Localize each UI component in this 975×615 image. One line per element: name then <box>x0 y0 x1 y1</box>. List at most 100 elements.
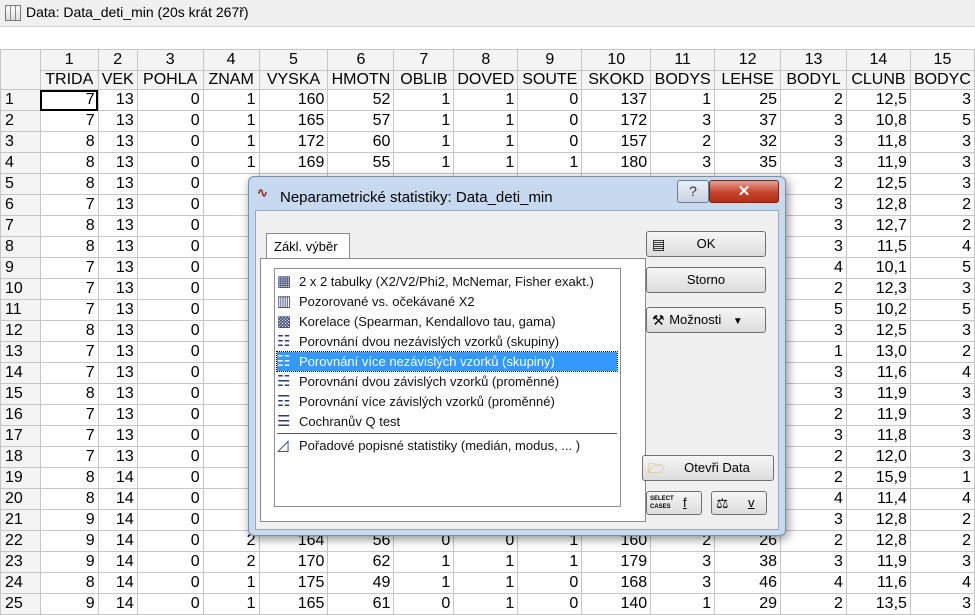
table-cell[interactable]: 7 <box>39 341 99 363</box>
table-cell[interactable]: 13 <box>97 341 138 363</box>
table-cell[interactable]: 1 <box>202 131 260 153</box>
table-cell[interactable]: 3 <box>650 110 716 132</box>
table-cell[interactable]: 14 <box>97 551 138 573</box>
table-cell[interactable]: 12,8 <box>845 194 911 216</box>
table-cell[interactable]: 1 <box>393 572 455 594</box>
table-cell[interactable]: 170 <box>258 551 329 573</box>
table-cell[interactable]: 0 <box>136 194 204 216</box>
table-cell[interactable]: 0 <box>517 110 583 132</box>
table-cell[interactable]: 0 <box>136 320 204 342</box>
list-item[interactable]: ▥ Pozorované vs. očekávané X2 <box>277 292 617 311</box>
table-cell[interactable]: 61 <box>327 593 395 615</box>
ok-button[interactable]: ▤ OK <box>646 231 766 257</box>
table-cell[interactable]: 1 <box>517 551 583 573</box>
table-cell[interactable]: 38 <box>714 551 782 573</box>
table-cell[interactable]: 0 <box>136 572 204 594</box>
column-header-trida[interactable]: TRIDA <box>39 70 99 90</box>
table-cell[interactable]: 13 <box>97 278 138 300</box>
table-cell[interactable]: 2 <box>780 404 847 426</box>
table-cell[interactable]: 13 <box>97 236 138 258</box>
table-cell[interactable]: 11,9 <box>845 551 911 573</box>
table-cell[interactable]: 179 <box>581 551 652 573</box>
table-cell[interactable]: 8 <box>39 131 99 153</box>
column-header-clunb[interactable]: CLUNB <box>845 70 911 90</box>
table-cell[interactable]: 12,7 <box>845 215 911 237</box>
table-cell[interactable]: 2 <box>909 215 975 237</box>
options-button[interactable]: ⚒ Možnosti ▼ <box>646 307 766 333</box>
row-header[interactable]: 17 <box>0 425 41 447</box>
table-cell[interactable]: 0 <box>136 341 204 363</box>
table-cell[interactable]: 7 <box>39 362 99 384</box>
table-cell[interactable]: 14 <box>97 488 138 510</box>
table-cell[interactable]: 5 <box>909 299 975 321</box>
table-cell[interactable]: 11,8 <box>845 425 911 447</box>
table-cell[interactable]: 1 <box>202 152 260 174</box>
table-cell[interactable]: 5 <box>909 257 975 279</box>
table-cell[interactable]: 1 <box>780 341 847 363</box>
row-header[interactable]: 22 <box>0 530 41 552</box>
table-cell[interactable]: 0 <box>136 257 204 279</box>
table-cell[interactable]: 3 <box>650 551 716 573</box>
table-cell[interactable]: 0 <box>136 131 204 153</box>
table-cell[interactable]: 7 <box>39 299 99 321</box>
row-header[interactable]: 21 <box>0 509 41 531</box>
table-cell[interactable]: 11,9 <box>845 383 911 405</box>
table-cell[interactable]: 0 <box>136 173 204 195</box>
table-cell[interactable]: 13 <box>97 89 138 111</box>
analysis-list[interactable]: ▦ 2 x 2 tabulky (X2/V2/Phi2, McNemar, Fis… <box>274 268 621 507</box>
table-cell[interactable]: 13 <box>97 425 138 447</box>
table-cell[interactable]: 0 <box>136 236 204 258</box>
help-button[interactable]: ? <box>677 180 709 203</box>
table-cell[interactable]: 10,1 <box>845 257 911 279</box>
table-cell[interactable]: 2 <box>780 278 847 300</box>
table-cell[interactable]: 1 <box>517 152 583 174</box>
table-cell[interactable]: 4 <box>909 572 975 594</box>
table-cell[interactable]: 0 <box>517 131 583 153</box>
table-cell[interactable]: 1 <box>393 89 455 111</box>
table-cell[interactable]: 0 <box>136 215 204 237</box>
table-cell[interactable]: 13 <box>97 215 138 237</box>
table-cell[interactable]: 8 <box>39 152 99 174</box>
column-header-hmotn[interactable]: HMOTN <box>327 70 395 90</box>
table-cell[interactable]: 52 <box>327 89 395 111</box>
row-header[interactable]: 3 <box>0 131 41 153</box>
table-cell[interactable]: 1 <box>202 593 260 615</box>
table-cell[interactable]: 0 <box>517 572 583 594</box>
column-number-6[interactable]: 6 <box>327 49 395 71</box>
column-number-10[interactable]: 10 <box>581 49 652 71</box>
table-cell[interactable]: 13 <box>97 131 138 153</box>
table-cell[interactable]: 3 <box>780 236 847 258</box>
table-cell[interactable]: 3 <box>909 446 975 468</box>
table-cell[interactable]: 13 <box>97 383 138 405</box>
table-cell[interactable]: 160 <box>258 89 329 111</box>
table-cell[interactable]: 3 <box>780 131 847 153</box>
table-cell[interactable]: 5 <box>909 110 975 132</box>
table-cell[interactable]: 165 <box>258 110 329 132</box>
table-cell[interactable]: 14 <box>97 467 138 489</box>
table-cell[interactable]: 57 <box>327 110 395 132</box>
table-cell[interactable]: 3 <box>650 572 716 594</box>
cancel-button[interactable]: Storno <box>646 267 766 293</box>
table-cell[interactable]: 3 <box>780 551 847 573</box>
table-cell[interactable]: 55 <box>327 152 395 174</box>
table-cell[interactable]: 32 <box>714 131 782 153</box>
table-cell[interactable]: 2 <box>909 509 975 531</box>
column-header-bodys[interactable]: BODYS <box>650 70 716 90</box>
table-cell[interactable]: 13 <box>97 299 138 321</box>
table-cell[interactable]: 2 <box>909 194 975 216</box>
column-header-doved[interactable]: DOVED <box>453 70 519 90</box>
row-header[interactable]: 11 <box>0 299 41 321</box>
table-cell[interactable]: 0 <box>136 383 204 405</box>
table-cell[interactable]: 35 <box>714 152 782 174</box>
table-cell[interactable]: 0 <box>136 593 204 615</box>
column-number-11[interactable]: 11 <box>650 49 716 71</box>
table-cell[interactable]: 3 <box>909 173 975 195</box>
column-header-pohla[interactable]: POHLA <box>136 70 204 90</box>
table-cell[interactable]: 8 <box>39 572 99 594</box>
table-cell[interactable]: 15,9 <box>845 467 911 489</box>
row-header[interactable]: 10 <box>0 278 41 300</box>
table-cell[interactable]: 1 <box>393 152 455 174</box>
column-header-bodyl[interactable]: BODYL <box>780 70 847 90</box>
table-cell[interactable]: 140 <box>581 593 652 615</box>
tab-basic-selection[interactable]: Zákl. výběr <box>266 233 350 258</box>
